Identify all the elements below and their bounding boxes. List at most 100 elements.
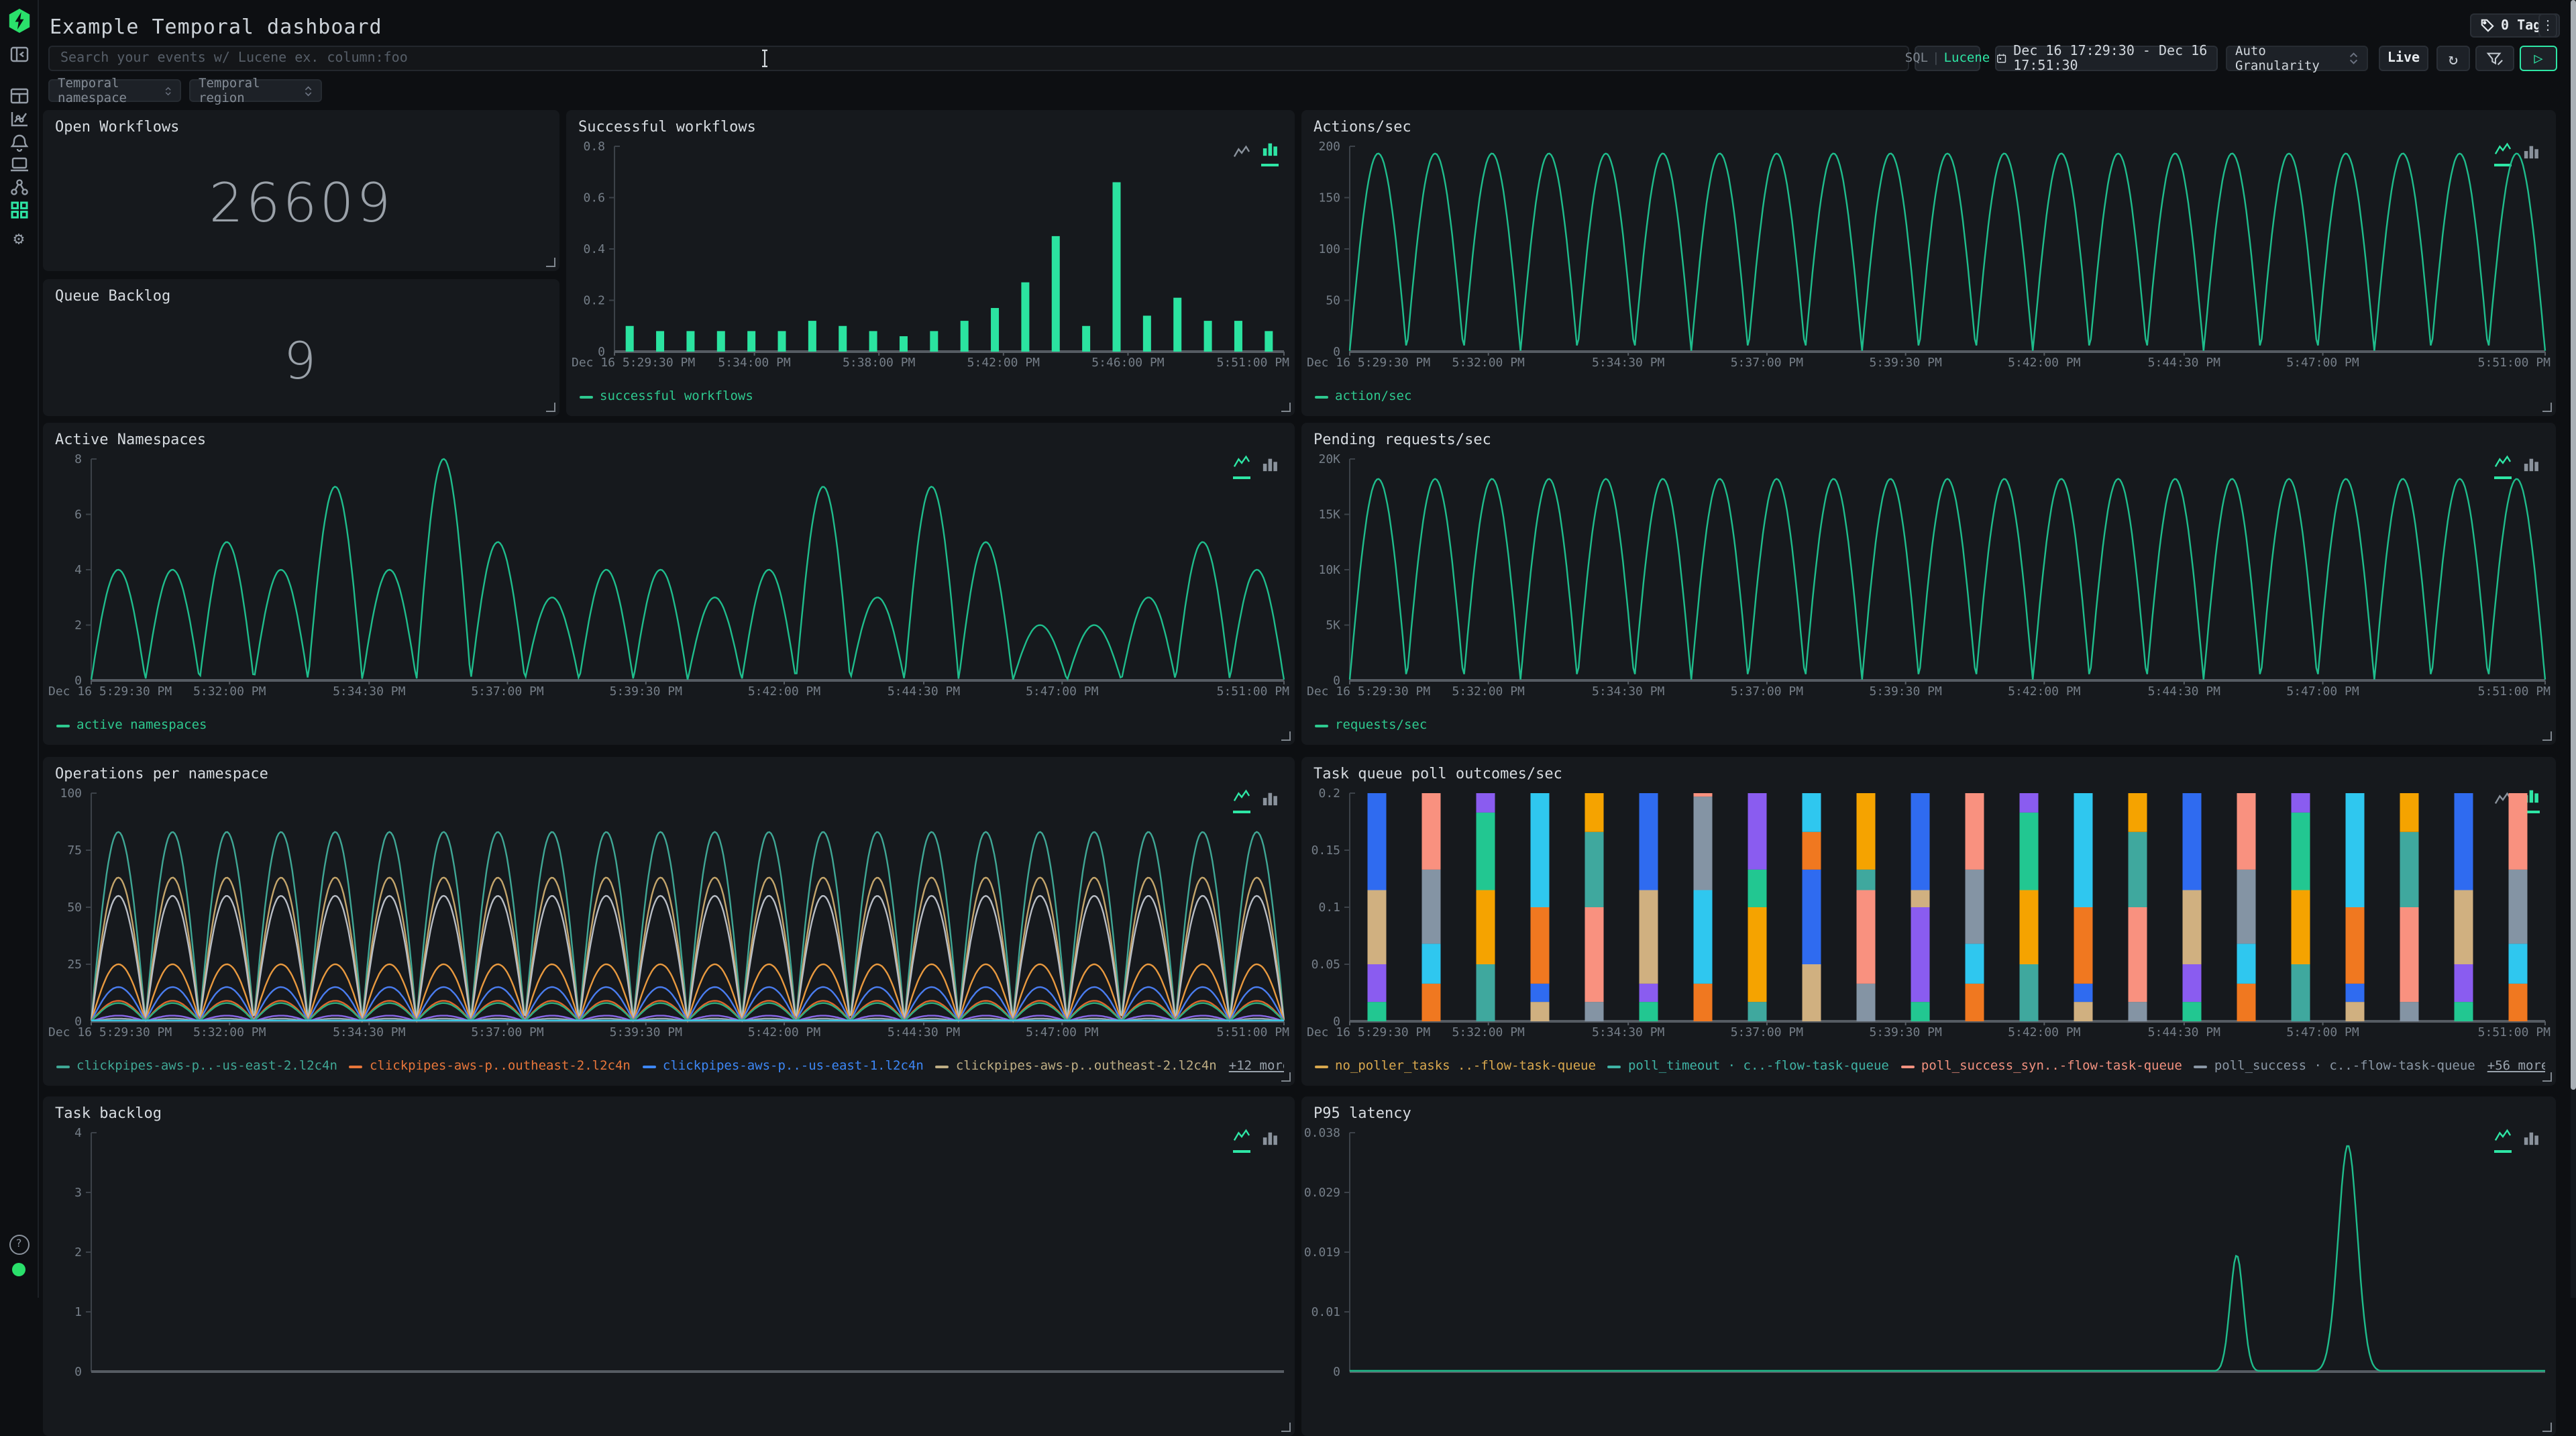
svg-text:5:46:00 PM: 5:46:00 PM (1091, 356, 1165, 370)
svg-text:0: 0 (74, 1365, 82, 1379)
granularity-select[interactable]: Auto Granularity (2226, 46, 2368, 71)
svg-text:5:51:00 PM: 5:51:00 PM (1217, 1025, 1290, 1039)
successful_workflows-plot: 0.80.60.40.20Dec 16 5:29:30 PM5:34:00 PM… (569, 140, 1292, 370)
table-view-icon[interactable] (0, 86, 38, 106)
sidebar: ⚙ ? (0, 0, 39, 1298)
run-query-button[interactable]: ▷ (2520, 46, 2557, 71)
svg-text:200: 200 (1318, 140, 1340, 154)
svg-text:Dec 16 5:29:30 PM: Dec 16 5:29:30 PM (1307, 1025, 1430, 1039)
resize-handle[interactable] (2542, 1072, 2552, 1082)
svg-text:Dec 16 5:29:30 PM: Dec 16 5:29:30 PM (48, 1025, 172, 1039)
panel-title: Active Namespaces (55, 431, 206, 448)
text-cursor-icon (758, 48, 771, 68)
task-queue-poll-outcomes-chart: 0.20.150.10.050Dec 16 5:29:30 PM5:32:00 … (1304, 786, 2553, 1040)
calendar-icon (1996, 51, 2006, 66)
live-button[interactable]: Live (2379, 46, 2428, 71)
svg-text:15K: 15K (1318, 508, 1340, 522)
actions_sec-plot: 200150100500Dec 16 5:29:30 PM5:32:00 PM5… (1304, 140, 2553, 370)
svg-text:5:32:00 PM: 5:32:00 PM (1452, 684, 1525, 699)
svg-text:0.019: 0.019 (1304, 1245, 1340, 1260)
chart-legend: successful workflows (580, 388, 1284, 405)
svg-text:5:47:00 PM: 5:47:00 PM (1026, 684, 1099, 699)
svg-text:5:47:00 PM: 5:47:00 PM (2286, 1025, 2359, 1039)
status-dot[interactable] (0, 1263, 38, 1276)
panel-title: Task backlog (55, 1105, 162, 1122)
filter-temporal-namespace[interactable]: Temporal namespace (48, 79, 181, 102)
task_backlog-plot: 43210 (46, 1126, 1292, 1390)
legend-more-link[interactable]: +12 more (1229, 1058, 1284, 1075)
resize-handle[interactable] (1281, 731, 1291, 741)
svg-text:5:32:00 PM: 5:32:00 PM (1452, 1025, 1525, 1039)
legend-item: action/sec (1315, 388, 1411, 405)
refresh-button[interactable]: ↻ (2436, 46, 2470, 71)
svg-text:10K: 10K (1318, 563, 1340, 577)
query-mode-toggle[interactable]: SQL | Lucene (1915, 46, 1980, 71)
tag-icon (2481, 19, 2494, 32)
chevron-updown-icon (305, 84, 313, 97)
legend-dash (2194, 1065, 2208, 1068)
p95-latency-chart: 0.0380.0290.0190.010 (1304, 1126, 2553, 1390)
panel-task-backlog: Task backlog 43210 (43, 1096, 1295, 1436)
svg-text:25: 25 (67, 958, 82, 972)
kebab-icon: ⋮ (2541, 18, 2555, 33)
scrollbar[interactable] (2571, 0, 2576, 1298)
resize-handle[interactable] (2542, 1423, 2552, 1432)
resize-handle[interactable] (1281, 1423, 1291, 1432)
queue-backlog-value: 9 (43, 306, 559, 416)
svg-text:0.6: 0.6 (583, 191, 605, 205)
svg-text:5:42:00 PM: 5:42:00 PM (967, 356, 1040, 370)
search-input[interactable] (48, 46, 1909, 71)
active_namespaces-plot: 86420Dec 16 5:29:30 PM5:32:00 PM5:34:30 … (46, 452, 1292, 699)
chart-legend: no_poller_tasks ..-flow-task-queuepoll_t… (1315, 1058, 2545, 1075)
successful-workflows-chart: 0.80.60.40.20Dec 16 5:29:30 PM5:34:00 PM… (569, 140, 1292, 370)
legend-item: successful workflows (580, 388, 753, 405)
svg-text:0.1: 0.1 (1318, 901, 1340, 915)
svg-text:100: 100 (60, 786, 82, 801)
scrollbar-thumb[interactable] (2571, 0, 2576, 1090)
svg-text:5:37:00 PM: 5:37:00 PM (1731, 684, 1804, 699)
svg-text:4: 4 (74, 1126, 82, 1140)
panel-title: Operations per namespace (55, 765, 268, 782)
open-workflows-value: 26609 (43, 137, 559, 271)
hosts-laptop-icon[interactable] (0, 154, 38, 174)
settings-gear-icon[interactable]: ⚙ (0, 231, 38, 248)
svg-text:5:34:30 PM: 5:34:30 PM (333, 1025, 406, 1039)
svg-text:8: 8 (74, 452, 82, 466)
svg-text:50: 50 (1326, 294, 1340, 308)
legend-dash (1315, 724, 1328, 727)
panel-successful-workflows: Successful workflows 0.80.60.40.20Dec 16… (566, 110, 1295, 416)
filter-temporal-region[interactable]: Temporal region (189, 79, 322, 102)
legend-dash (1315, 1065, 1328, 1068)
task_queue-plot: 0.20.150.10.050Dec 16 5:29:30 PM5:32:00 … (1304, 786, 2553, 1040)
svg-text:5:44:30 PM: 5:44:30 PM (2148, 356, 2221, 370)
svg-text:5:34:30 PM: 5:34:30 PM (1592, 1025, 1665, 1039)
legend-dash (350, 1065, 363, 1068)
legend-more-link[interactable]: +56 more (2487, 1058, 2545, 1075)
svg-text:5:38:00 PM: 5:38:00 PM (843, 356, 916, 370)
svg-text:5:47:00 PM: 5:47:00 PM (1026, 1025, 1099, 1039)
resize-handle[interactable] (546, 403, 555, 412)
resize-handle[interactable] (1281, 403, 1291, 412)
dashboards-icon[interactable] (0, 200, 38, 220)
alerts-bell-icon[interactable] (0, 133, 38, 153)
topology-icon[interactable] (0, 177, 38, 197)
resize-handle[interactable] (2542, 403, 2552, 412)
analytics-icon[interactable] (0, 109, 38, 129)
resize-handle[interactable] (1281, 1072, 1291, 1082)
filter-edit-button[interactable] (2475, 46, 2514, 71)
dashboard-app: ⚙ ? Example Temporal dashboard 0 Tags ⋮ … (0, 0, 2576, 1298)
lucene-mode-label: Lucene (1944, 51, 1990, 66)
date-range-button[interactable]: Dec 16 17:29:30 - Dec 16 17:51:30 (1995, 46, 2218, 71)
help-icon[interactable]: ? (0, 1235, 38, 1255)
svg-text:5:37:00 PM: 5:37:00 PM (471, 1025, 544, 1039)
app-logo[interactable] (0, 8, 38, 34)
collapse-sidebar-icon[interactable] (0, 44, 38, 64)
legend-item: clickpipes-aws-p..outheast-2.l2c4n (350, 1058, 631, 1075)
svg-text:50: 50 (67, 901, 82, 915)
chart-legend (1315, 1408, 2545, 1425)
resize-handle[interactable] (546, 258, 555, 267)
page-title: Example Temporal dashboard (50, 15, 382, 39)
kebab-menu-button[interactable]: ⋮ (2538, 13, 2557, 38)
resize-handle[interactable] (2542, 731, 2552, 741)
svg-text:0.05: 0.05 (1311, 958, 1340, 972)
